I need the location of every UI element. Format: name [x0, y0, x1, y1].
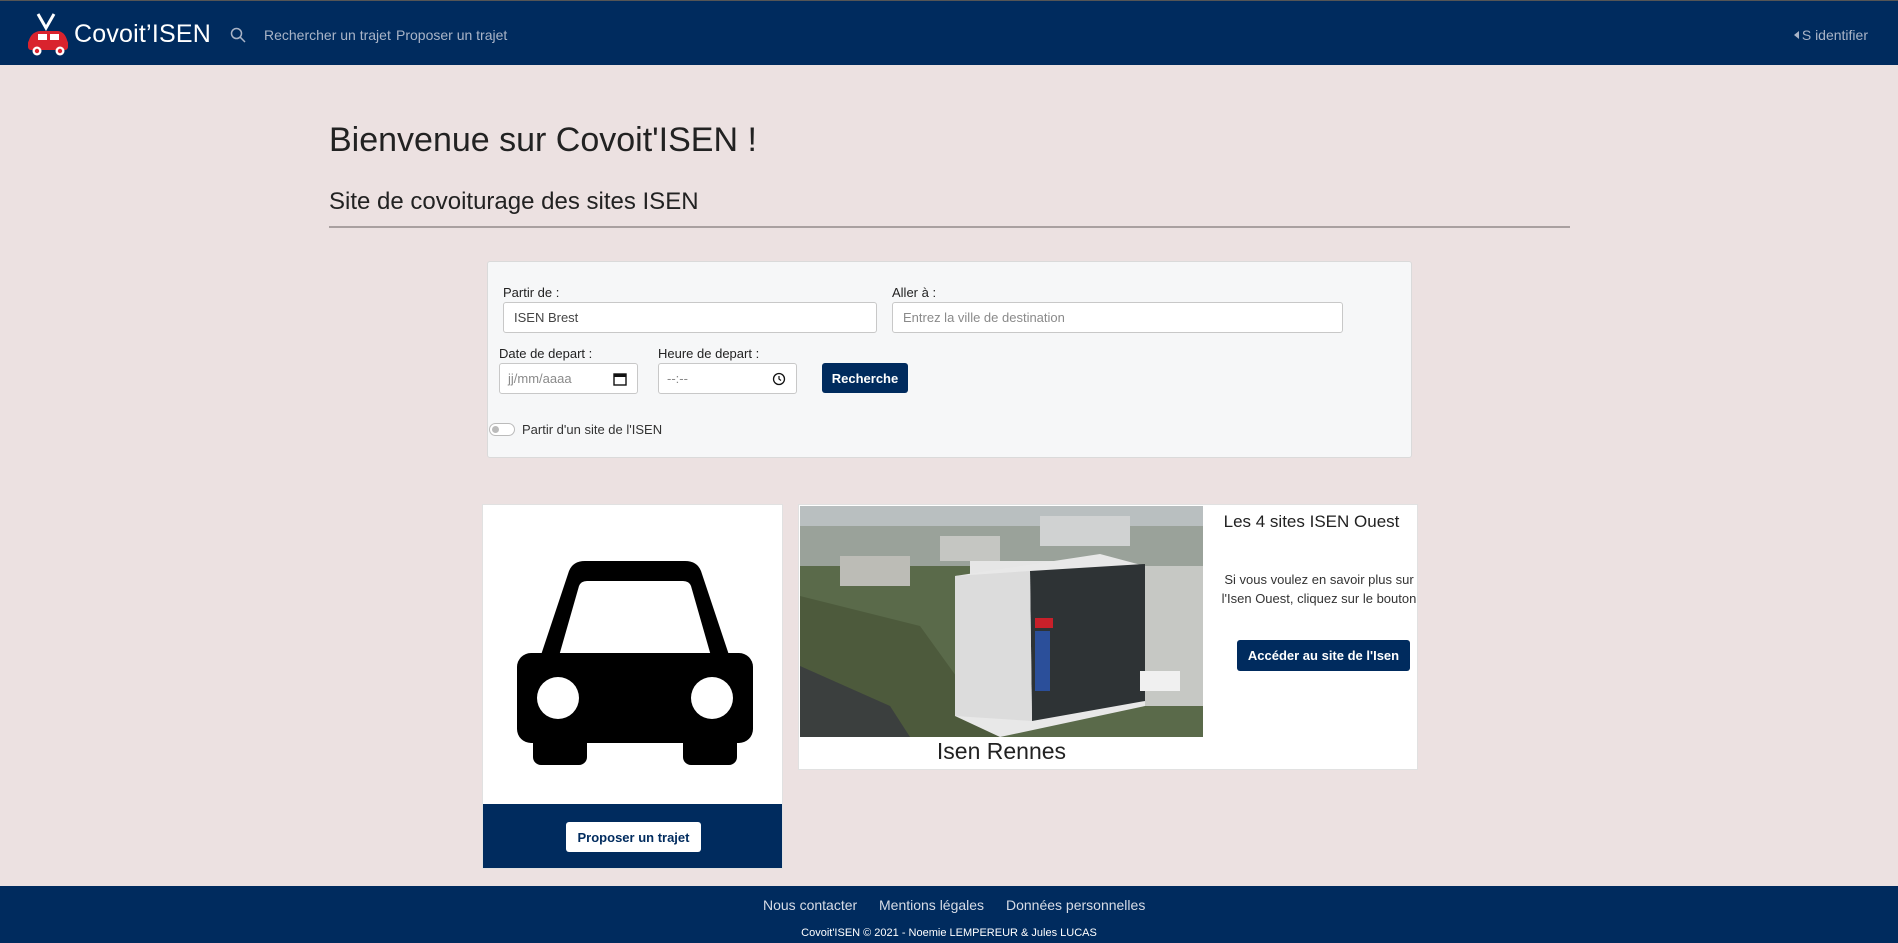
time-placeholder: --:-- — [667, 371, 688, 386]
footer-link-legal[interactable]: Mentions légales — [879, 897, 984, 913]
top-navbar: Covoit’ISEN Rechercher un trajet Propose… — [0, 0, 1898, 65]
nav-link-search-trip[interactable]: Rechercher un trajet — [264, 27, 391, 43]
date-placeholder: jj/mm/aaaa — [508, 371, 572, 386]
caret-left-icon — [1793, 31, 1799, 39]
photo-caption: Isen Rennes — [936, 738, 1067, 764]
search-icon[interactable] — [230, 27, 246, 43]
page-title: Bienvenue sur Covoit'ISEN ! — [329, 121, 757, 159]
nav-link-offer-trip[interactable]: Proposer un trajet — [396, 27, 507, 43]
footer-link-contact[interactable]: Nous contacter — [763, 897, 857, 913]
isen-sites-card: Isen Rennes Les 4 sites ISEN Ouest Si vo… — [798, 504, 1418, 770]
toggle-label: Partir d'un site de l'ISEN — [522, 422, 663, 437]
copyright: Covoit'ISEN © 2021 - Noemie LEMPEREUR & … — [801, 927, 1097, 939]
divider — [329, 226, 1570, 228]
brand-name: Covoit’ISEN — [74, 19, 211, 48]
visit-isen-button[interactable]: Accéder au site de l'Isen — [1237, 640, 1410, 671]
date-label: Date de depart : — [499, 346, 593, 361]
destination-input[interactable]: Entrez la ville de destination — [892, 302, 1343, 333]
start-from-isen-toggle[interactable] — [489, 423, 515, 436]
sites-title: Les 4 sites ISEN Ouest — [1223, 512, 1400, 531]
page-subtitle: Site de covoiturage des sites ISEN — [329, 188, 699, 215]
brand[interactable]: Covoit’ISEN — [24, 9, 211, 59]
sites-description: Si vous voulez en savoir plus sur l'Isen… — [1221, 572, 1417, 606]
footer-link-privacy[interactable]: Données personnelles — [1006, 897, 1145, 913]
time-label: Heure de depart : — [658, 346, 760, 361]
toggle-knob — [492, 426, 499, 433]
login-link[interactable]: S identifier — [1793, 27, 1868, 43]
from-input[interactable]: ISEN Brest — [503, 302, 877, 333]
search-button[interactable]: Recherche — [822, 363, 908, 393]
calendar-icon[interactable] — [613, 372, 627, 386]
date-input[interactable]: jj/mm/aaaa — [499, 363, 638, 394]
from-label: Partir de : — [503, 285, 560, 300]
time-input[interactable]: --:-- — [658, 363, 797, 394]
page-footer: Nous contacter Mentions légales Données … — [0, 886, 1898, 943]
offer-trip-button[interactable]: Proposer un trajet — [566, 822, 701, 852]
login-label: S identifier — [1801, 27, 1868, 43]
car-icon — [517, 561, 753, 765]
car-logo-icon — [28, 13, 68, 56]
isen-rennes-photo — [800, 506, 1203, 737]
to-label: Aller à : — [892, 285, 937, 300]
card-footer: Proposer un trajet — [483, 804, 782, 868]
offer-trip-card: Proposer un trajet — [482, 504, 783, 869]
clock-icon[interactable] — [772, 372, 786, 386]
